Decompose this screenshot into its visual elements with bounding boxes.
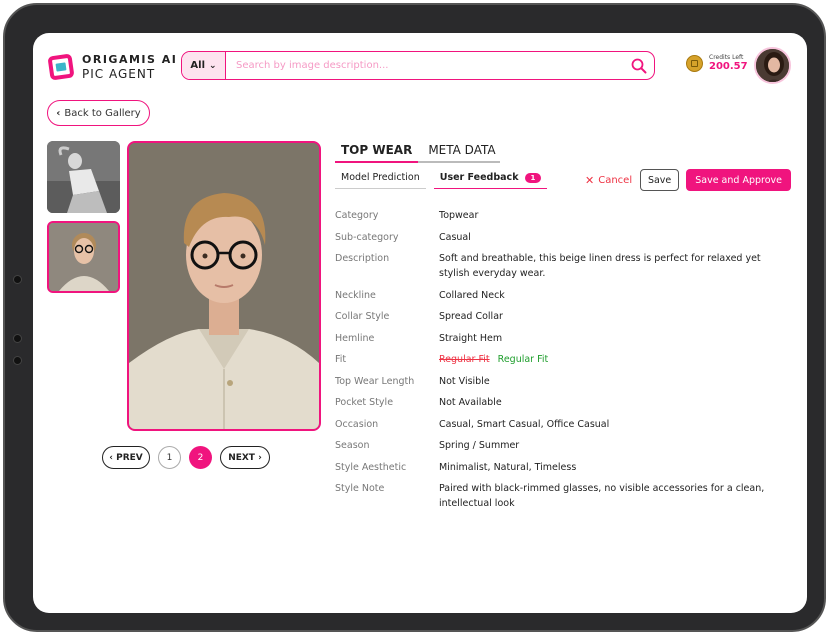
attribute-label: Neckline bbox=[335, 289, 376, 301]
next-page-button[interactable]: NEXT › bbox=[220, 446, 270, 469]
attribute-tabs: TOP WEAR META DATA bbox=[335, 143, 510, 163]
search-category-dropdown[interactable]: All ⌄ bbox=[182, 52, 226, 79]
attribute-value[interactable]: Casual bbox=[439, 230, 775, 245]
attribute-row: Top Wear Length Not Visible bbox=[335, 374, 775, 389]
attribute-row: Style Aesthetic Minimalist, Natural, Tim… bbox=[335, 460, 775, 475]
attribute-value[interactable]: Minimalist, Natural, Timeless bbox=[439, 460, 775, 475]
search-bar: All ⌄ bbox=[181, 51, 655, 80]
main-product-image bbox=[127, 141, 321, 431]
brand-logo[interactable]: ORIGAMIS AI PIC AGENT bbox=[47, 53, 177, 81]
subtab-user-feedback[interactable]: User Feedback 1 bbox=[433, 170, 548, 189]
attribute-row: Neckline Collared Neck bbox=[335, 288, 775, 303]
attribute-label: Top Wear Length bbox=[335, 375, 415, 387]
chevron-right-icon: › bbox=[254, 452, 262, 463]
action-bar: ✕ Cancel Save Save and Approve bbox=[585, 169, 792, 191]
search-input[interactable] bbox=[226, 60, 624, 71]
attribute-label: Style Aesthetic bbox=[335, 461, 407, 473]
image-thumbnail-selected[interactable] bbox=[47, 221, 120, 293]
page-2-button[interactable]: 2 bbox=[189, 446, 212, 469]
app-header: ORIGAMIS AI PIC AGENT All ⌄ Credits Left bbox=[33, 33, 807, 97]
attribute-value[interactable]: Spring / Summer bbox=[439, 438, 775, 453]
image-thumbnail[interactable] bbox=[47, 141, 120, 213]
attribute-label: Collar Style bbox=[335, 311, 390, 322]
attribute-value[interactable]: Soft and breathable, this beige linen dr… bbox=[439, 251, 775, 281]
side-sensor bbox=[13, 275, 22, 284]
attribute-row: Hemline Straight Hem bbox=[335, 331, 775, 346]
tab-top-wear[interactable]: TOP WEAR bbox=[335, 143, 419, 163]
side-sensor bbox=[13, 334, 22, 343]
coin-icon bbox=[686, 55, 703, 72]
back-to-gallery-button[interactable]: ‹ Back to Gallery bbox=[47, 100, 150, 126]
save-button[interactable]: Save bbox=[640, 169, 680, 191]
attribute-row: Style Note Paired with black-rimmed glas… bbox=[335, 481, 775, 511]
attribute-value[interactable]: Straight Hem bbox=[439, 331, 775, 346]
cancel-button[interactable]: ✕ Cancel bbox=[585, 174, 632, 187]
tablet-frame: ORIGAMIS AI PIC AGENT All ⌄ Credits Left bbox=[3, 3, 826, 632]
subtab-model-prediction[interactable]: Model Prediction bbox=[335, 170, 426, 189]
attribute-row-edited: Fit Regular Fit Regular Fit bbox=[335, 352, 775, 367]
credits-value: 200.57 bbox=[709, 61, 748, 72]
credits-widget: Credits Left 200.57 bbox=[686, 55, 748, 72]
original-value: Regular Fit bbox=[439, 354, 490, 365]
attribute-row: Occasion Casual, Smart Casual, Office Ca… bbox=[335, 417, 775, 432]
attribute-row: Sub-category Casual bbox=[335, 230, 775, 245]
attribute-label: Season bbox=[335, 440, 370, 451]
attribute-row: Pocket Style Not Available bbox=[335, 395, 775, 410]
attribute-label: Sub-category bbox=[335, 231, 399, 243]
user-avatar[interactable] bbox=[754, 47, 791, 84]
chevron-left-icon: ‹ bbox=[56, 107, 61, 119]
feedback-count-badge: 1 bbox=[524, 172, 542, 183]
close-icon: ✕ bbox=[585, 173, 595, 187]
chevron-down-icon: ⌄ bbox=[209, 60, 217, 71]
chevron-left-icon: ‹ bbox=[109, 452, 117, 463]
logo-subtitle: PIC AGENT bbox=[82, 67, 156, 81]
origami-logo-icon bbox=[47, 53, 75, 81]
corrected-value[interactable]: Regular Fit bbox=[498, 354, 549, 365]
attribute-label: Hemline bbox=[335, 332, 375, 344]
attribute-row: Category Topwear bbox=[335, 208, 775, 223]
attribute-row: Season Spring / Summer bbox=[335, 438, 775, 453]
prev-page-button[interactable]: ‹ PREV bbox=[102, 446, 150, 469]
attribute-value[interactable]: Collared Neck bbox=[439, 288, 775, 303]
attribute-label: Style Note bbox=[335, 483, 385, 494]
attribute-list: Category Topwear Sub-category Casual Des… bbox=[335, 208, 775, 518]
search-icon[interactable] bbox=[624, 58, 654, 74]
app-screen: ORIGAMIS AI PIC AGENT All ⌄ Credits Left bbox=[33, 33, 807, 613]
view-subtabs: Model Prediction User Feedback 1 bbox=[335, 170, 555, 189]
attribute-label: Fit bbox=[335, 354, 347, 365]
save-and-approve-button[interactable]: Save and Approve bbox=[686, 169, 792, 191]
attribute-value[interactable]: Not Visible bbox=[439, 374, 775, 389]
page-1-button[interactable]: 1 bbox=[158, 446, 181, 469]
attribute-label: Pocket Style bbox=[335, 397, 394, 408]
logo-title: ORIGAMIS AI bbox=[82, 53, 178, 66]
attribute-label: Occasion bbox=[335, 418, 379, 430]
attribute-row: Collar Style Spread Collar bbox=[335, 309, 775, 324]
attribute-value[interactable]: Casual, Smart Casual, Office Casual bbox=[439, 417, 775, 432]
pagination: ‹ PREV 1 2 NEXT › bbox=[102, 446, 270, 469]
attribute-row: Description Soft and breathable, this be… bbox=[335, 251, 775, 281]
attribute-value[interactable]: Not Available bbox=[439, 395, 775, 410]
attribute-label: Description bbox=[335, 253, 390, 264]
tab-meta-data[interactable]: META DATA bbox=[418, 143, 500, 163]
attribute-value[interactable]: Spread Collar bbox=[439, 309, 775, 324]
attribute-value[interactable]: Topwear bbox=[439, 208, 775, 223]
attribute-value[interactable]: Paired with black-rimmed glasses, no vis… bbox=[439, 481, 775, 511]
attribute-label: Category bbox=[335, 210, 379, 221]
side-sensor bbox=[13, 356, 22, 365]
